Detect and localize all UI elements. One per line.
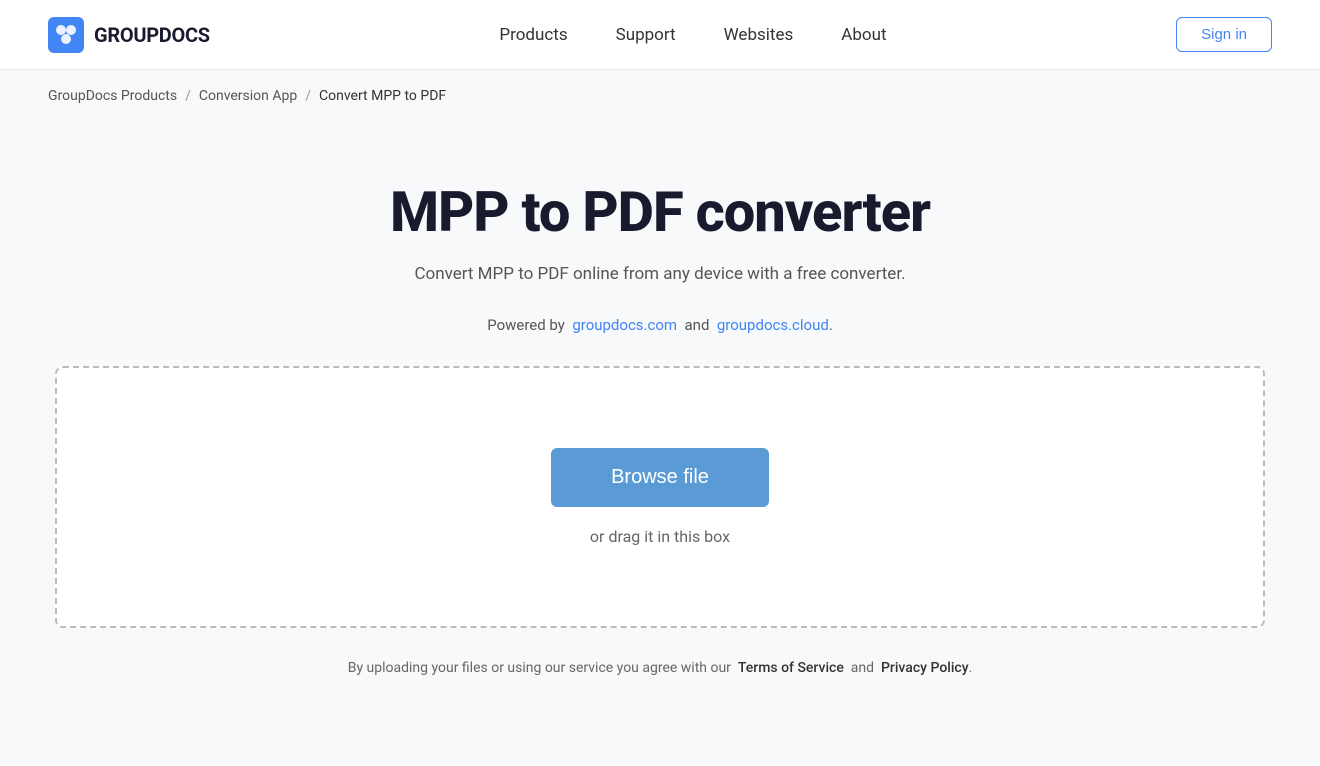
header: GROUPDOCS Products Support Websites Abou… <box>0 0 1320 70</box>
powered-by-and: and <box>685 316 710 334</box>
breadcrumb-sep-1: / <box>185 88 191 104</box>
nav-about[interactable]: About <box>841 25 886 45</box>
footer-note: By uploading your files or using our ser… <box>348 660 973 676</box>
nav-products[interactable]: Products <box>499 25 567 45</box>
groupdocs-com-link[interactable]: groupdocs.com <box>572 316 677 334</box>
logo-text: GROUPDOCS <box>94 23 210 47</box>
groupdocs-cloud-link[interactable]: groupdocs.cloud <box>717 316 829 334</box>
browse-file-button[interactable]: Browse file <box>551 448 769 507</box>
footer-note-suffix: . <box>969 660 973 676</box>
main-nav: Products Support Websites About <box>499 25 886 45</box>
nav-support[interactable]: Support <box>616 25 676 45</box>
breadcrumb: GroupDocs Products / Conversion App / Co… <box>0 70 1320 122</box>
breadcrumb-conversion-app[interactable]: Conversion App <box>199 88 297 104</box>
groupdocs-logo-icon <box>48 17 84 53</box>
drag-text: or drag it in this box <box>590 527 730 546</box>
terms-of-service-link[interactable]: Terms of Service <box>738 660 844 676</box>
upload-box[interactable]: Browse file or drag it in this box <box>55 366 1265 628</box>
powered-by: Powered by groupdocs.com and groupdocs.c… <box>487 316 833 334</box>
powered-by-prefix: Powered by <box>487 316 565 334</box>
nav-websites[interactable]: Websites <box>724 25 794 45</box>
powered-by-suffix: . <box>829 316 833 334</box>
breadcrumb-current: Convert MPP to PDF <box>319 88 446 104</box>
breadcrumb-sep-2: / <box>305 88 311 104</box>
breadcrumb-groupdocs-products[interactable]: GroupDocs Products <box>48 88 177 104</box>
footer-note-and: and <box>851 660 874 676</box>
subtitle: Convert MPP to PDF online from any devic… <box>414 264 905 284</box>
page-title: MPP to PDF converter <box>390 182 930 244</box>
logo-link[interactable]: GROUPDOCS <box>48 17 210 53</box>
privacy-policy-link[interactable]: Privacy Policy <box>881 660 969 676</box>
main-content: MPP to PDF converter Convert MPP to PDF … <box>0 122 1320 716</box>
footer-note-prefix: By uploading your files or using our ser… <box>348 660 731 676</box>
sign-in-button[interactable]: Sign in <box>1176 17 1272 52</box>
